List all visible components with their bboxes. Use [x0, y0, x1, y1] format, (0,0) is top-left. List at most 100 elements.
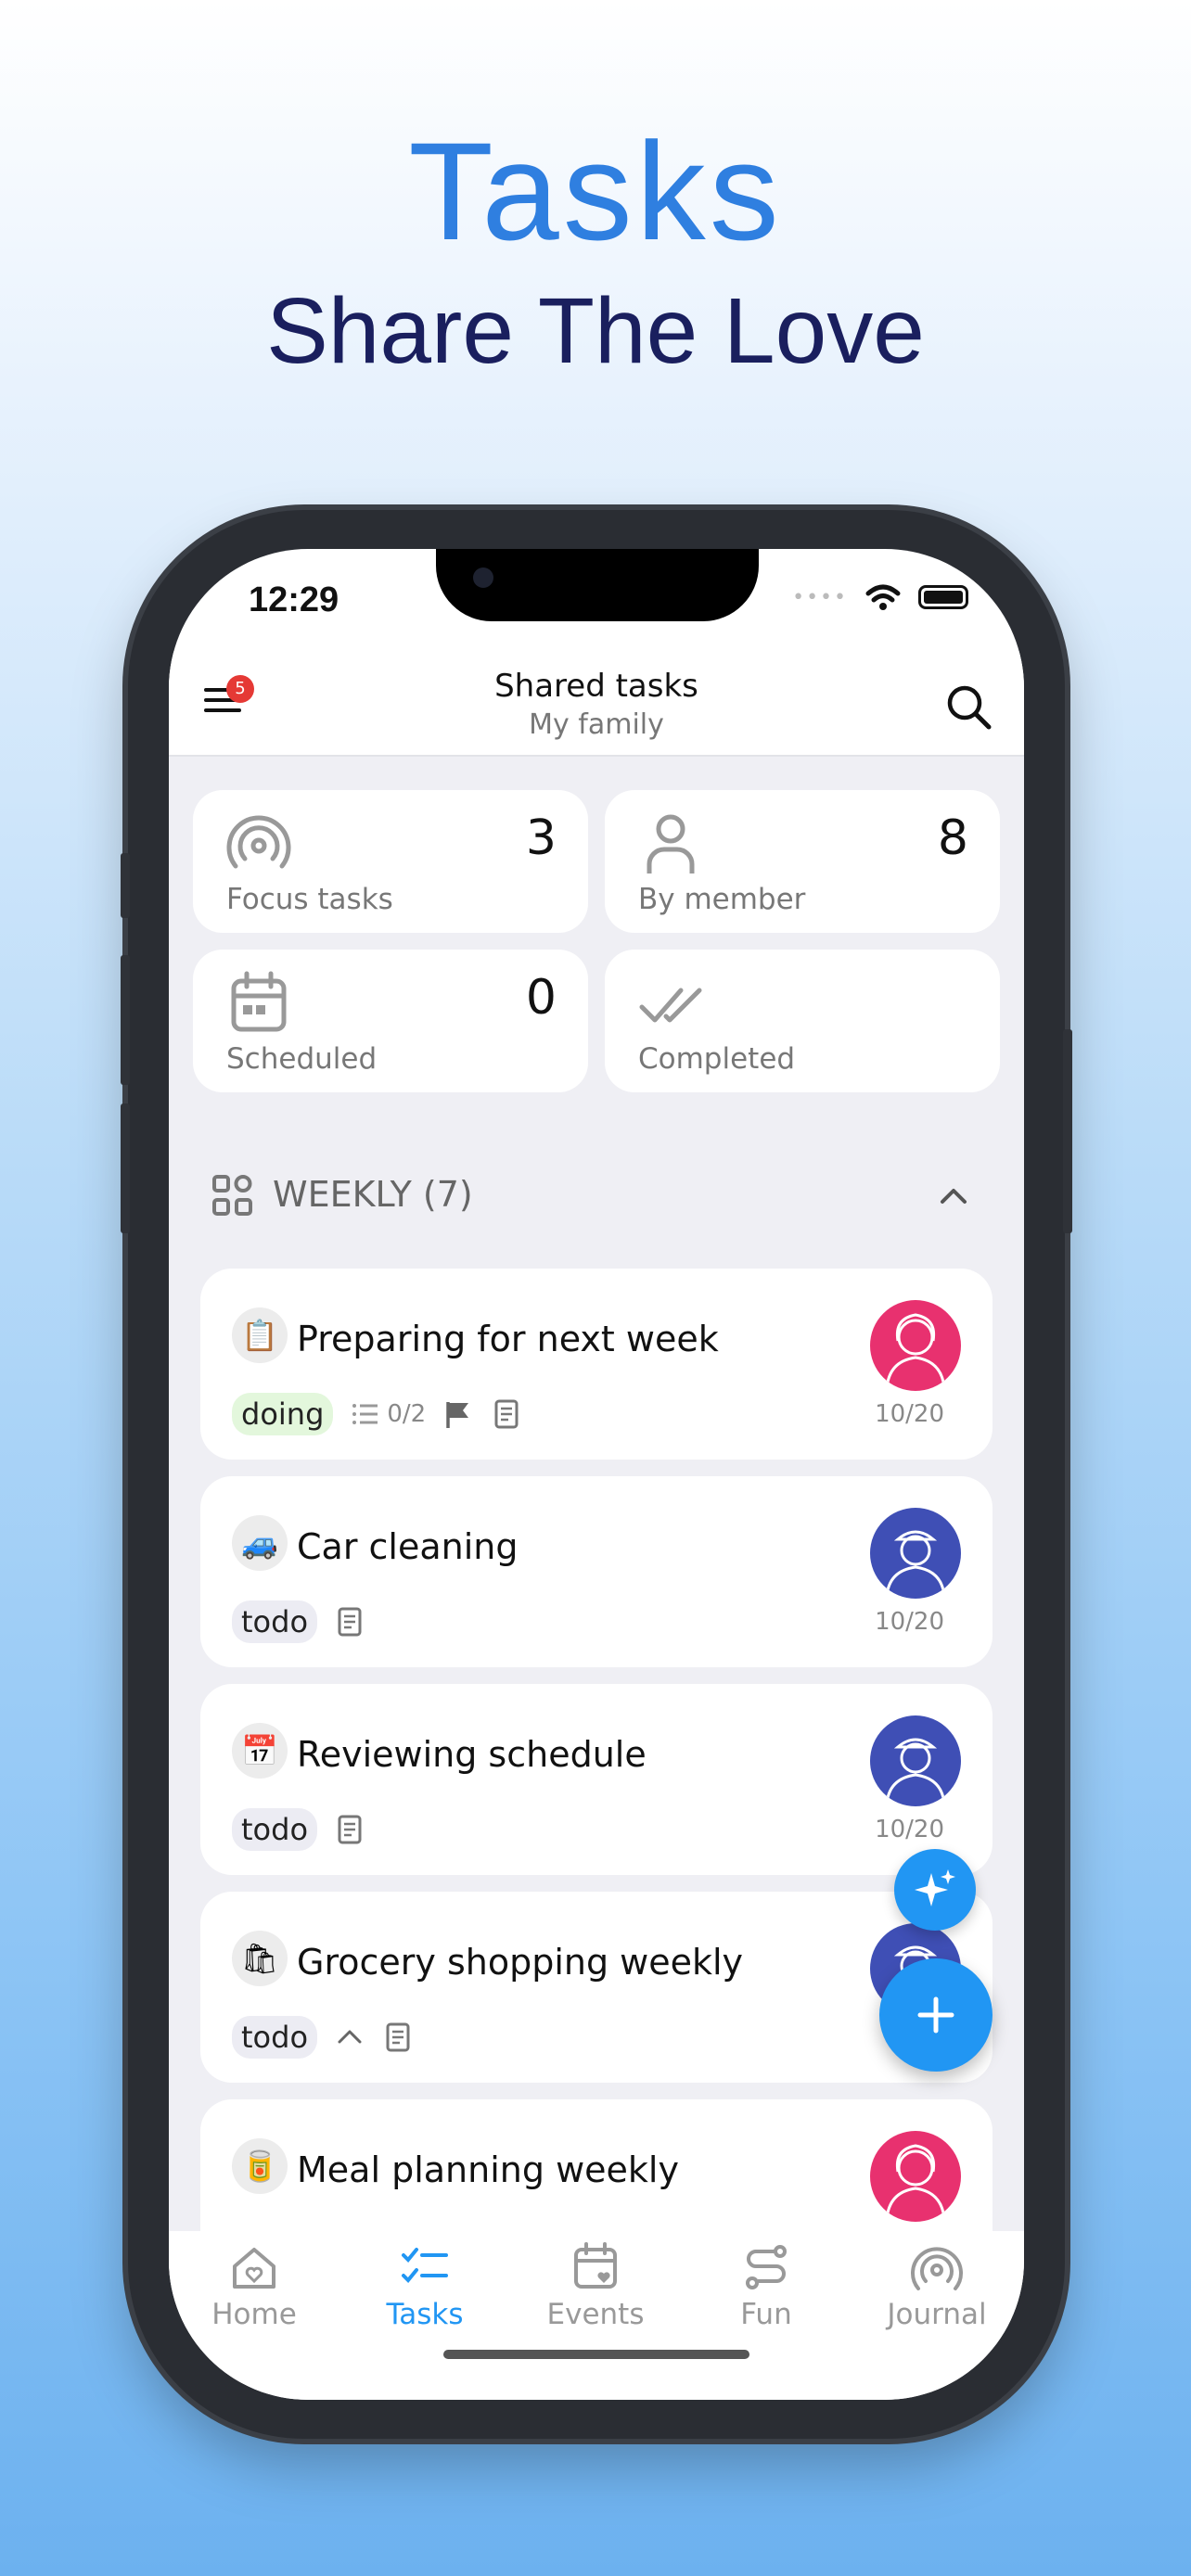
- volume-up-button: [121, 955, 130, 1085]
- battery-icon: [918, 585, 968, 609]
- task-card[interactable]: 🛍 Grocery shopping weekly todo: [200, 1892, 992, 2083]
- female-avatar-icon: [885, 2144, 946, 2221]
- subtask-count-text: 0/2: [387, 1400, 427, 1428]
- stat-label: Completed: [638, 1042, 796, 1076]
- stat-card-scheduled[interactable]: 0 Scheduled: [193, 950, 588, 1092]
- checklist-icon: [352, 1404, 378, 1424]
- nav-home[interactable]: Home: [169, 2240, 339, 2331]
- nav-fun[interactable]: Fun: [681, 2240, 852, 2331]
- phone-frame: 12:29 •••• 5 Shared tasks My family 3 Fo…: [121, 510, 1072, 2439]
- task-title: Preparing for next week: [297, 1319, 719, 1359]
- chevron-up-icon: [338, 2030, 362, 2044]
- task-title: Grocery shopping weekly: [297, 1942, 744, 1983]
- task-date: 10/20: [875, 1816, 944, 1843]
- status-badge: doing: [232, 1393, 334, 1435]
- ai-assist-button[interactable]: [894, 1849, 976, 1931]
- double-check-icon: [639, 988, 702, 1023]
- tasks-icon: [402, 2248, 448, 2283]
- status-badge: todo: [232, 1600, 318, 1643]
- search-icon[interactable]: [942, 681, 994, 733]
- task-date: 10/20: [875, 1608, 944, 1636]
- stat-count: 0: [525, 970, 557, 1026]
- note-icon: [338, 1607, 362, 1637]
- task-title: Reviewing schedule: [297, 1734, 647, 1775]
- task-card[interactable]: 📅 Reviewing schedule todo 10/20: [200, 1684, 992, 1875]
- nav-label: Fun: [740, 2298, 792, 2331]
- sparkle-icon: [915, 1869, 955, 1906]
- shopping-bag-icon: 🛍: [232, 1931, 288, 1986]
- grid-icon: [212, 1175, 252, 1216]
- avatar[interactable]: [870, 1715, 961, 1806]
- task-date: 10/20: [875, 1400, 944, 1428]
- task-card[interactable]: 🚙 Car cleaning todo 10/20: [200, 1476, 992, 1667]
- task-meta: todo: [232, 2016, 414, 2059]
- status-icons: ••••: [792, 582, 968, 612]
- status-badge: todo: [232, 2016, 318, 2059]
- nav-events[interactable]: Events: [510, 2240, 681, 2331]
- note-icon: [338, 1815, 362, 1844]
- signal-icon: ••••: [792, 585, 848, 609]
- task-card[interactable]: 📋 Preparing for next week doing 0/2 10/2…: [200, 1269, 992, 1460]
- stat-card-focus[interactable]: 3 Focus tasks: [193, 790, 588, 933]
- notch: [436, 549, 759, 621]
- add-task-button[interactable]: [879, 1958, 992, 2072]
- stat-card-member[interactable]: 8 By member: [605, 790, 1000, 933]
- section-header[interactable]: WEEKLY (7): [211, 1168, 981, 1224]
- task-meta: doing 0/2: [232, 1393, 522, 1435]
- stat-card-completed[interactable]: Completed: [605, 950, 1000, 1092]
- page-title: Shared tasks: [494, 668, 698, 705]
- clipboard-icon: 📋: [232, 1307, 288, 1363]
- stat-label: Scheduled: [226, 1042, 378, 1076]
- status-badge: todo: [232, 1808, 318, 1851]
- avatar[interactable]: [870, 1300, 961, 1391]
- plus-icon: [917, 1996, 954, 2034]
- bottom-nav: Home Tasks Events Fun Journal: [169, 2231, 1024, 2400]
- status-time: 12:29: [249, 580, 339, 619]
- note-icon: [494, 1399, 519, 1429]
- nav-tasks[interactable]: Tasks: [339, 2240, 510, 2331]
- jar-icon: 🥫: [232, 2138, 288, 2194]
- focus-icon: [226, 815, 291, 869]
- stat-label: By member: [638, 883, 806, 916]
- screen: 12:29 •••• 5 Shared tasks My family 3 Fo…: [169, 549, 1024, 2400]
- home-indicator[interactable]: [443, 2350, 749, 2359]
- nav-label: Home: [211, 2298, 297, 2331]
- female-avatar-icon: [885, 1313, 946, 1390]
- calendar-icon: [231, 971, 287, 1032]
- power-button: [1063, 1029, 1072, 1233]
- person-icon: [647, 814, 695, 874]
- task-title: Meal planning weekly: [297, 2149, 679, 2190]
- journal-icon: [911, 2247, 963, 2290]
- app-header: 5 Shared tasks My family: [169, 651, 1024, 757]
- subtask-count: 0/2: [350, 1398, 426, 1430]
- section-title: WEEKLY (7): [273, 1174, 473, 1215]
- home-heart-icon: [233, 2248, 275, 2289]
- nav-label: Journal: [887, 2298, 987, 2331]
- route-icon: [746, 2245, 787, 2289]
- promo-subtitle: Share The Love: [266, 279, 925, 383]
- mute-switch: [121, 853, 130, 918]
- avatar[interactable]: [870, 2131, 961, 2222]
- volume-down-button: [121, 1103, 130, 1233]
- nav-label: Tasks: [386, 2298, 464, 2331]
- avatar[interactable]: [870, 1508, 961, 1599]
- stat-count: 8: [937, 810, 968, 866]
- promo-title: Tasks: [408, 113, 783, 269]
- chevron-up-icon[interactable]: [935, 1178, 972, 1215]
- stat-count: 3: [525, 810, 557, 866]
- content-area: 3 Focus tasks 8 By member 0 Scheduled Co…: [169, 757, 1024, 2290]
- stat-label: Focus tasks: [226, 883, 393, 916]
- task-title: Car cleaning: [297, 1526, 519, 1567]
- page-subtitle: My family: [529, 708, 664, 741]
- flag-icon: [446, 1402, 469, 1428]
- nav-label: Events: [546, 2298, 645, 2331]
- calendar-emoji-icon: 📅: [232, 1723, 288, 1779]
- note-icon: [386, 2022, 410, 2052]
- wifi-icon: [865, 584, 901, 610]
- male-avatar-icon: [885, 1738, 946, 1805]
- car-icon: 🚙: [232, 1515, 288, 1571]
- nav-journal[interactable]: Journal: [852, 2240, 1022, 2331]
- male-avatar-icon: [885, 1530, 946, 1598]
- task-meta: todo: [232, 1600, 365, 1643]
- task-meta: todo: [232, 1808, 365, 1851]
